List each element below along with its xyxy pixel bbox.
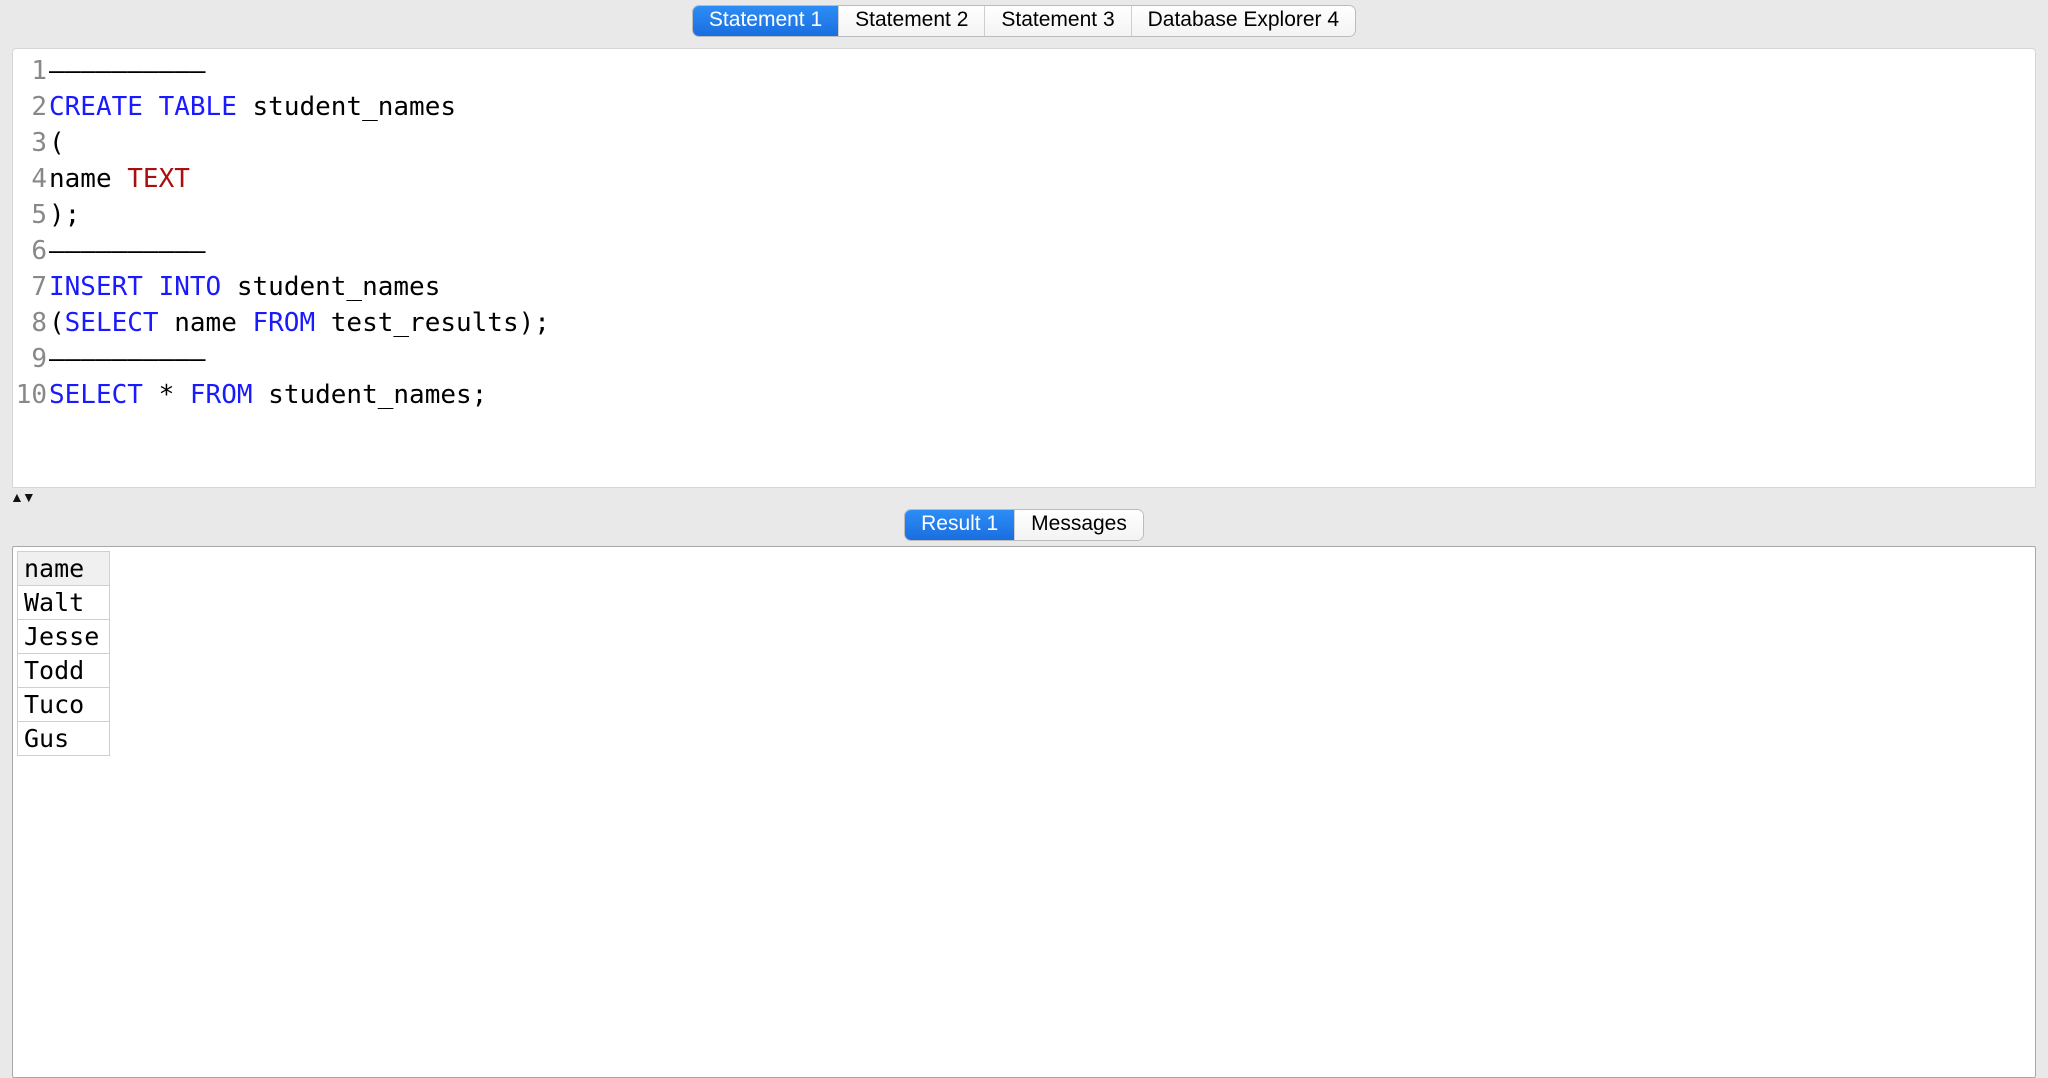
- sql-keyword: INTO: [159, 272, 222, 302]
- code-line[interactable]: ——————————: [49, 53, 2035, 89]
- top-tab-bar: Statement 1Statement 2Statement 3Databas…: [0, 0, 2048, 42]
- table-row[interactable]: Gus: [18, 722, 110, 756]
- sql-text: *: [143, 380, 190, 410]
- tab-statement-0[interactable]: Statement 1: [693, 6, 839, 36]
- sql-text: name: [159, 308, 253, 338]
- sql-keyword: TABLE: [159, 92, 237, 122]
- sql-keyword: INSERT: [49, 272, 143, 302]
- sql-text: student_names: [237, 92, 456, 122]
- top-tab-control: Statement 1Statement 2Statement 3Databas…: [693, 6, 1355, 36]
- sql-keyword: FROM: [253, 308, 316, 338]
- code-line[interactable]: ——————————: [49, 341, 2035, 377]
- sql-keyword: FROM: [190, 380, 253, 410]
- sql-type: TEXT: [127, 164, 190, 194]
- code-line[interactable]: );: [49, 197, 2035, 233]
- table-row[interactable]: Jesse: [18, 620, 110, 654]
- sql-text: ——————————: [49, 56, 206, 86]
- sql-text: name: [49, 164, 127, 194]
- pane-splitter[interactable]: ▲▼: [0, 488, 2048, 506]
- line-number: 7: [13, 269, 47, 305]
- table-row[interactable]: Todd: [18, 654, 110, 688]
- code-line[interactable]: (SELECT name FROM test_results);: [49, 305, 2035, 341]
- table-row[interactable]: Tuco: [18, 688, 110, 722]
- tab-result-1[interactable]: Messages: [1015, 510, 1143, 540]
- code-area[interactable]: ——————————CREATE TABLE student_names(nam…: [49, 49, 2035, 487]
- sql-keyword: CREATE: [49, 92, 143, 122]
- bottom-tab-bar: Result 1Messages: [0, 506, 2048, 546]
- line-number: 10: [13, 377, 47, 413]
- results-body[interactable]: nameWaltJesseToddTucoGus: [12, 546, 2036, 1078]
- tab-statement-2[interactable]: Statement 3: [985, 6, 1131, 36]
- table-cell[interactable]: Todd: [18, 654, 110, 688]
- result-table[interactable]: nameWaltJesseToddTucoGus: [17, 551, 110, 756]
- bottom-tab-control: Result 1Messages: [905, 510, 1143, 540]
- table-cell[interactable]: Tuco: [18, 688, 110, 722]
- sql-keyword: SELECT: [65, 308, 159, 338]
- line-number: 9: [13, 341, 47, 377]
- table-cell[interactable]: Gus: [18, 722, 110, 756]
- app-root: Statement 1Statement 2Statement 3Databas…: [0, 0, 2048, 1078]
- line-number: 2: [13, 89, 47, 125]
- code-line[interactable]: name TEXT: [49, 161, 2035, 197]
- column-header[interactable]: name: [18, 552, 110, 586]
- sql-text: (: [49, 128, 65, 158]
- code-line[interactable]: CREATE TABLE student_names: [49, 89, 2035, 125]
- code-line[interactable]: ——————————: [49, 233, 2035, 269]
- line-number: 5: [13, 197, 47, 233]
- sql-text: );: [49, 200, 80, 230]
- sql-editor[interactable]: 12345678910 ——————————CREATE TABLE stude…: [12, 48, 2036, 488]
- tab-statement-1[interactable]: Statement 2: [839, 6, 985, 36]
- sql-text: (: [49, 308, 65, 338]
- line-number: 4: [13, 161, 47, 197]
- code-line[interactable]: (: [49, 125, 2035, 161]
- code-line[interactable]: SELECT * FROM student_names;: [49, 377, 2035, 413]
- sql-text: ——————————: [49, 236, 206, 266]
- sql-text: ——————————: [49, 344, 206, 374]
- line-number: 6: [13, 233, 47, 269]
- line-number: 3: [13, 125, 47, 161]
- table-cell[interactable]: Walt: [18, 586, 110, 620]
- line-number: 8: [13, 305, 47, 341]
- sql-keyword: SELECT: [49, 380, 143, 410]
- table-cell[interactable]: Jesse: [18, 620, 110, 654]
- sql-text: test_results);: [315, 308, 550, 338]
- sql-text: student_names;: [253, 380, 488, 410]
- code-line[interactable]: INSERT INTO student_names: [49, 269, 2035, 305]
- results-panel: nameWaltJesseToddTucoGus: [12, 546, 2036, 1078]
- line-number-gutter: 12345678910: [13, 49, 49, 487]
- line-number: 1: [13, 53, 47, 89]
- splitter-handle-icon: ▲▼: [10, 489, 34, 505]
- sql-text: [143, 92, 159, 122]
- tab-statement-3[interactable]: Database Explorer 4: [1132, 6, 1355, 36]
- tab-result-0[interactable]: Result 1: [905, 510, 1015, 540]
- sql-text: student_names: [221, 272, 440, 302]
- sql-text: [143, 272, 159, 302]
- table-row[interactable]: Walt: [18, 586, 110, 620]
